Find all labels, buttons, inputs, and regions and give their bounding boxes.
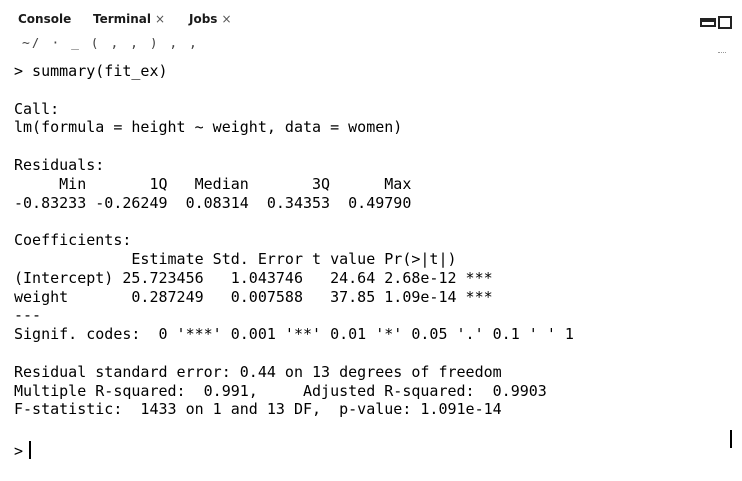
console-line: weight 0.287249 0.007588 37.85 1.09e-14 … [14, 287, 493, 306]
pane-tab-bar: Console Terminal × Jobs × [0, 0, 742, 40]
close-icon[interactable]: × [155, 12, 165, 26]
maximize-pane-button[interactable] [718, 16, 732, 29]
text-cursor [29, 441, 32, 459]
prompt-symbol: > [14, 442, 24, 460]
console-output: > summary(fit_ex) Call: lm(formula = heig… [14, 62, 574, 438]
console-line: lm(formula = height ~ weight, data = wom… [14, 118, 403, 137]
console-line: Min 1Q Median 3Q Max [14, 174, 421, 193]
console-line [14, 81, 574, 100]
console-line: Call: [14, 99, 60, 118]
tab-terminal[interactable]: Terminal × [93, 12, 165, 26]
console-line [14, 212, 574, 231]
console-line [14, 419, 574, 438]
console-prompt-line[interactable]: > [14, 441, 32, 461]
console-line: Multiple R-squared: 0.991, Adjusted R-sq… [14, 381, 556, 400]
console-line: F-statistic: 1433 on 1 and 13 DF, p-valu… [14, 400, 502, 419]
console-line: (Intercept) 25.723456 1.043746 24.64 2.6… [14, 268, 493, 287]
console-line: Residual standard error: 0.44 on 13 degr… [14, 362, 502, 381]
tab-jobs-label: Jobs [189, 12, 218, 26]
tab-console[interactable]: Console [18, 12, 71, 26]
console-line: Signif. codes: 0 '***' 0.001 '**' 0.01 '… [14, 325, 574, 344]
console-line: Coefficients: [14, 231, 132, 250]
console-line [14, 344, 574, 363]
close-icon[interactable]: × [221, 12, 231, 26]
scrollbar-marker[interactable] [730, 430, 732, 448]
pane-window-controls [700, 16, 736, 30]
console-line: > summary(fit_ex) [14, 62, 168, 80]
console-line: --- [14, 306, 42, 325]
console-line: Residuals: [14, 155, 105, 174]
console-line: Estimate Std. Error t value Pr(>|t|) [14, 249, 493, 268]
tab-jobs[interactable]: Jobs × [189, 12, 232, 26]
partial-scrolled-line: ~/ · _ ( , , ) , , [22, 38, 199, 50]
console-output-area[interactable]: ~/ · _ ( , , ) , , > summary(fit_ex) Cal… [14, 38, 729, 478]
console-line: -0.83233 -0.26249 0.08314 0.34353 0.4979… [14, 193, 421, 212]
tab-console-label: Console [18, 12, 72, 26]
tab-terminal-label: Terminal [93, 12, 152, 26]
console-line [14, 137, 574, 156]
minimize-pane-button[interactable] [700, 18, 716, 27]
